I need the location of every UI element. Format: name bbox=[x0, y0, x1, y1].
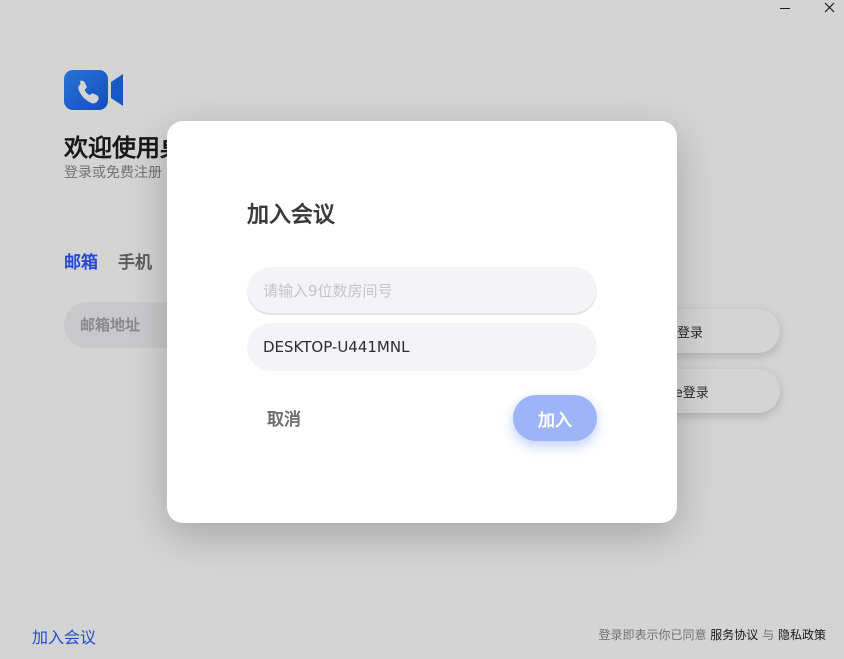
display-name-input[interactable] bbox=[247, 323, 597, 371]
dialog-title: 加入会议 bbox=[247, 197, 335, 229]
cancel-button[interactable]: 取消 bbox=[267, 405, 301, 430]
join-meeting-dialog: 加入会议 取消 加入 bbox=[167, 121, 677, 523]
room-number-input[interactable] bbox=[247, 267, 597, 315]
app-window: 欢迎使用桌 登录或免费注册 邮箱 手机 登录 le登录 加入会议 登录即表示你已… bbox=[0, 0, 844, 659]
join-button[interactable]: 加入 bbox=[513, 395, 597, 441]
